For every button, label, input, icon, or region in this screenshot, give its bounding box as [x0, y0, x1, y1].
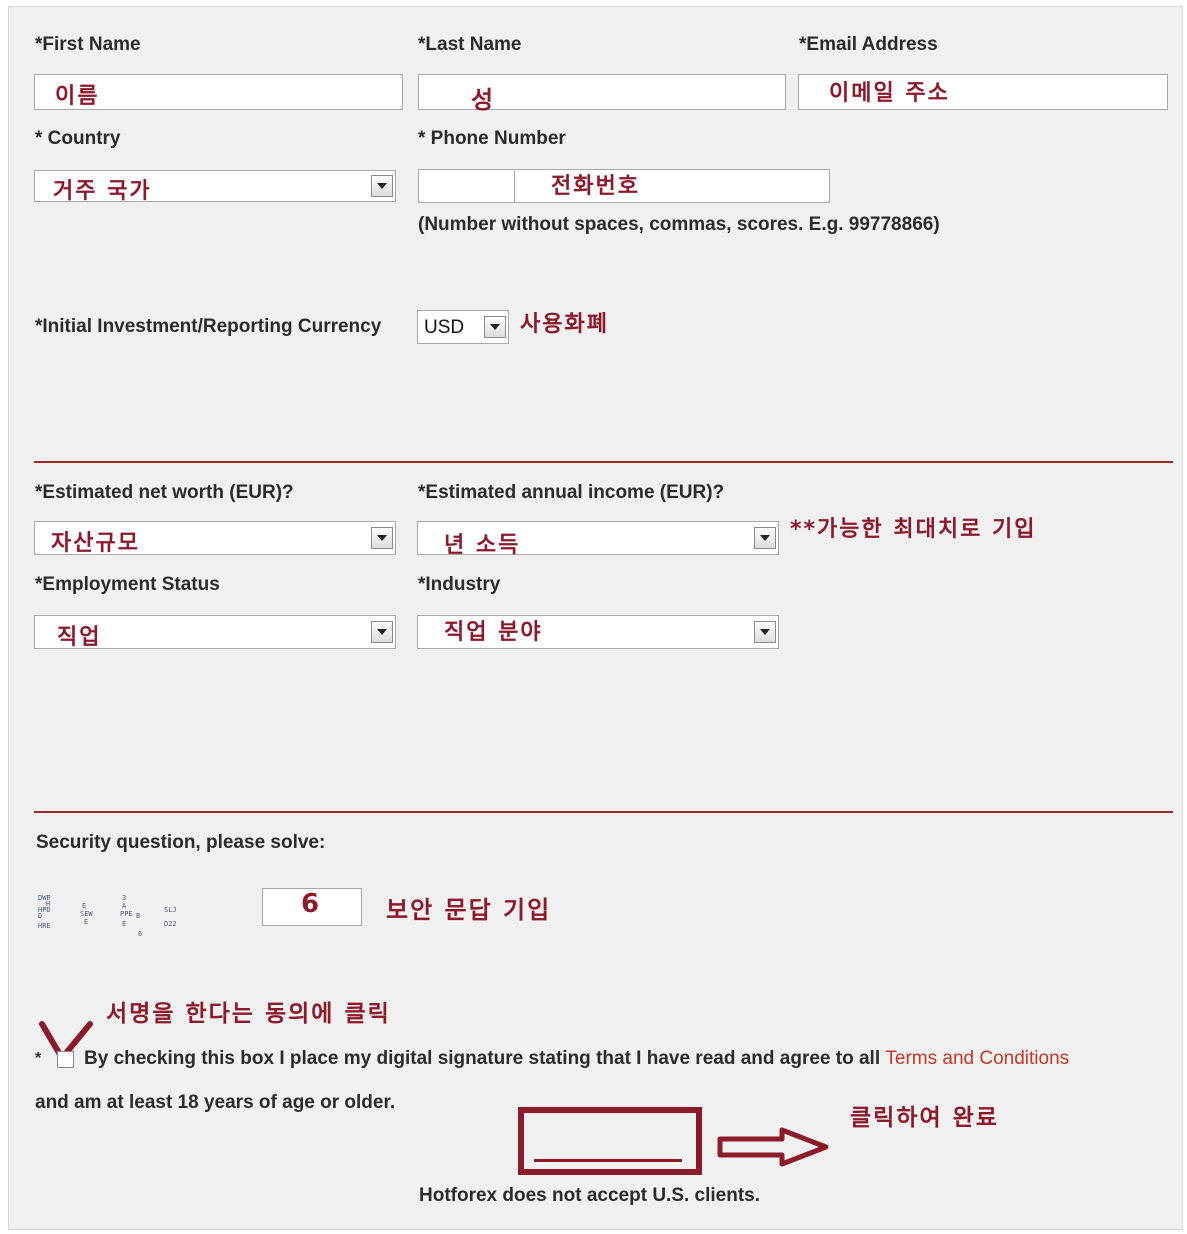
net-worth-select[interactable]: 자산규모 — [34, 521, 396, 556]
security-annotation: 보안 문답 기입 — [386, 896, 552, 924]
agreement-text-main: By checking this box I place my digital … — [84, 1048, 881, 1069]
agreement-text-continued: and am at least 18 years of age or older… — [35, 1092, 396, 1113]
chevron-down-icon[interactable] — [484, 316, 506, 338]
chevron-down-icon[interactable] — [754, 621, 776, 643]
terms-link[interactable]: Terms and Conditions — [885, 1048, 1069, 1069]
submit-button-underline — [534, 1159, 682, 1162]
arrow-right-icon — [717, 1127, 829, 1167]
net-worth-annotation: 자산규모 — [51, 531, 140, 556]
annual-income-annotation: 년 소득 — [444, 533, 521, 558]
income-note: **가능한 최대치로 기입 — [790, 517, 1037, 542]
employment-annotation: 직업 — [57, 625, 102, 650]
email-annotation: 이메일 주소 — [829, 81, 950, 106]
employment-select[interactable]: 직업 — [34, 615, 396, 650]
svg-text:D22: D22 — [164, 920, 177, 928]
security-label: Security question, please solve: — [36, 832, 326, 853]
currency-label: *Initial Investment/Reporting Currency — [35, 316, 382, 337]
industry-label: *Industry — [418, 574, 501, 595]
annual-income-label: *Estimated annual income (EUR)? — [418, 482, 725, 503]
svg-text:E: E — [84, 918, 88, 926]
captcha-image: DWPHHPD DHRE ESEWE 3APPE EB6 SLJD22 — [38, 894, 177, 938]
first-name-input[interactable]: 이름 — [34, 74, 403, 110]
svg-text:SEW: SEW — [80, 910, 93, 918]
first-name-label: *First Name — [35, 34, 141, 55]
svg-text:3: 3 — [122, 894, 126, 902]
annual-income-select[interactable]: 년 소득 — [417, 521, 779, 558]
svg-text:PPE: PPE — [120, 910, 133, 918]
svg-text:A: A — [122, 902, 127, 910]
email-input[interactable]: 이메일 주소 — [798, 74, 1168, 110]
phone-annotation: 전화번호 — [551, 174, 640, 199]
last-name-annotation: 성 — [471, 86, 496, 114]
agreement-text: By checking this box I place my digital … — [84, 1048, 1069, 1070]
chevron-down-icon[interactable] — [371, 527, 393, 549]
chevron-down-icon[interactable] — [371, 621, 393, 643]
svg-text:6: 6 — [138, 930, 142, 938]
net-worth-label: *Estimated net worth (EUR)? — [35, 482, 294, 503]
svg-text:B: B — [136, 912, 140, 920]
phone-number-input[interactable]: 전화번호 — [514, 169, 830, 203]
us-clients-notice: Hotforex does not accept U.S. clients. — [419, 1185, 761, 1206]
email-label: *Email Address — [799, 34, 938, 55]
svg-text:D: D — [38, 912, 42, 920]
currency-annotation: 사용화폐 — [520, 312, 609, 337]
country-label: * Country — [35, 128, 121, 149]
currency-select[interactable]: USD — [417, 310, 509, 344]
submit-annotation: 클릭하여 완료 — [850, 1105, 999, 1131]
last-name-label: *Last Name — [418, 34, 522, 55]
employment-label: *Employment Status — [35, 574, 220, 595]
svg-text:E: E — [122, 920, 126, 928]
chevron-down-icon[interactable] — [754, 527, 776, 549]
agreement-asterisk: * — [35, 1050, 42, 1067]
security-answer: 6 — [301, 889, 322, 919]
submit-button-highlight[interactable] — [518, 1107, 702, 1175]
security-answer-input[interactable]: 6 — [262, 888, 362, 926]
section-divider — [34, 811, 1173, 813]
svg-text:E: E — [82, 902, 86, 910]
first-name-annotation: 이름 — [55, 84, 100, 109]
agreement-checkbox[interactable] — [57, 1051, 74, 1068]
chevron-down-icon[interactable] — [371, 175, 393, 197]
phone-label: * Phone Number — [418, 128, 566, 149]
country-annotation: 거주 국가 — [53, 179, 152, 204]
agreement-annotation: 서명을 한다는 동의에 클릭 — [106, 1001, 391, 1027]
phone-code-input[interactable] — [418, 169, 515, 203]
industry-select[interactable]: 직업 분야 — [417, 615, 779, 649]
industry-annotation: 직업 분야 — [444, 620, 543, 645]
section-divider — [34, 461, 1173, 463]
country-select[interactable]: 거주 국가 — [34, 170, 396, 204]
svg-text:HRE: HRE — [38, 922, 51, 930]
last-name-input[interactable]: 성 — [418, 74, 786, 114]
currency-value: USD — [424, 317, 465, 338]
svg-text:SLJ: SLJ — [164, 906, 177, 914]
phone-hint: (Number without spaces, commas, scores. … — [418, 214, 940, 235]
